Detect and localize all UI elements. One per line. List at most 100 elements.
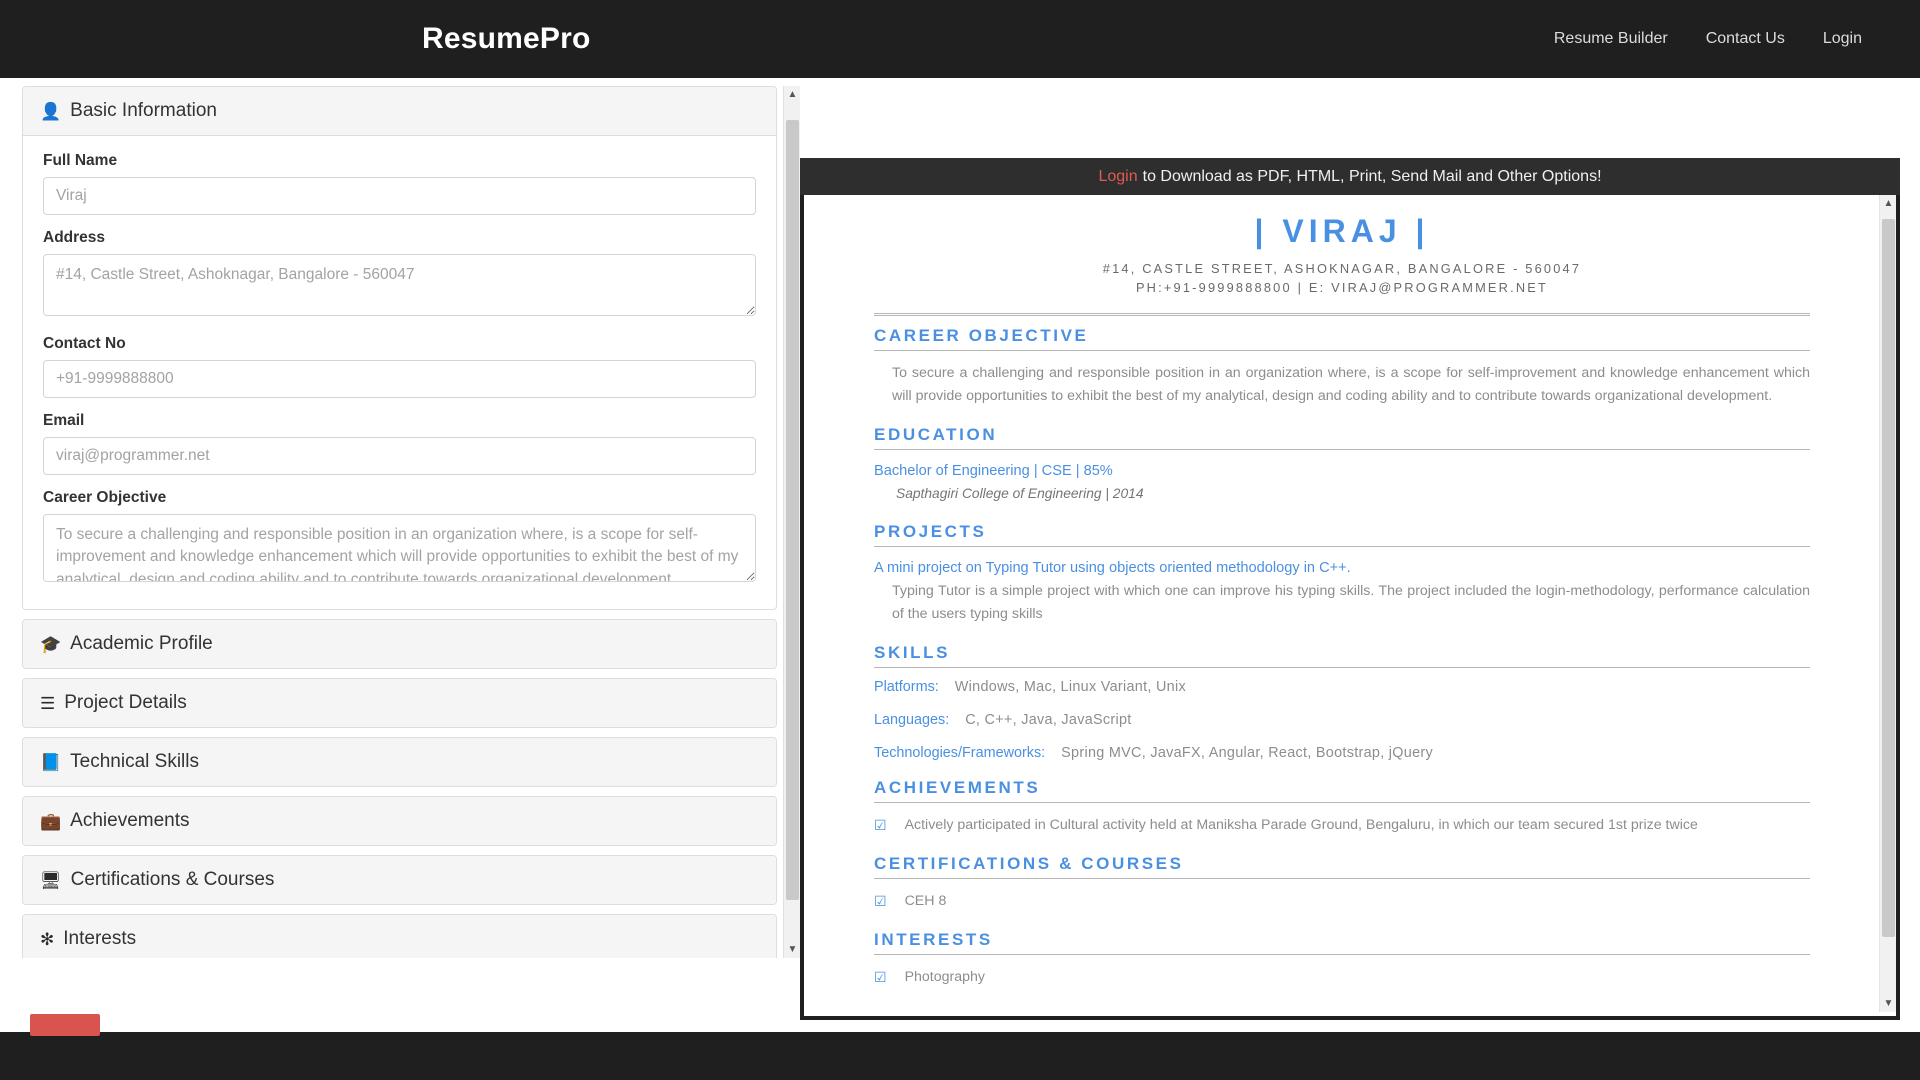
field-career-objective: Career Objective [43, 489, 756, 587]
label-email: Email [43, 412, 85, 429]
nav-link-contact-us[interactable]: Contact Us [1706, 30, 1785, 48]
field-contact-no: Contact No [43, 335, 756, 398]
label-full-name: Full Name [43, 152, 118, 169]
resume-address-line: #14, CASTLE STREET, ASHOKNAGAR, BANGALOR… [1102, 261, 1582, 276]
field-email: Email [43, 412, 756, 475]
preview-scroll-down-arrow-icon[interactable]: ▼ [1880, 995, 1896, 1012]
preview-scrollbar[interactable]: ▲ ▼ [1879, 195, 1896, 1012]
email-input[interactable] [43, 437, 756, 475]
field-address: Address [43, 229, 756, 321]
form-scrollbar-thumb[interactable] [786, 120, 799, 900]
login-link[interactable]: Login [1098, 168, 1137, 186]
preview-scroll-up-arrow-icon[interactable]: ▲ [1880, 195, 1896, 212]
panel-header-achievements[interactable]: 💼 Achievements [23, 797, 776, 845]
panel-title-certifications-courses: Certifications & Courses [70, 869, 275, 890]
label-career-objective: Career Objective [43, 489, 167, 506]
resume-certification-item: ☑ CEH 8 [874, 890, 1810, 913]
book-icon: 📘 [40, 752, 62, 772]
resume-form-panel: 👤 Basic Information Full Name Address Co… [22, 86, 800, 958]
nav-link-login[interactable]: Login [1823, 30, 1862, 48]
resume-education-degree: Bachelor of Engineering | CSE | 85% [874, 463, 1113, 480]
panel-title-basic-information: Basic Information [70, 100, 217, 121]
bottom-strip [0, 1032, 1920, 1080]
panel-title-interests: Interests [63, 928, 137, 949]
skill-value-languages: C, C++, Java, JavaScript [965, 712, 1132, 729]
full-name-input[interactable] [43, 177, 756, 215]
resume-preview-panel: Login to Download as PDF, HTML, Print, S… [800, 158, 1900, 1020]
resume-certification-text: CEH 8 [904, 892, 947, 909]
panel-header-technical-skills[interactable]: 📘 Technical Skills [23, 738, 776, 786]
nav-link-resume-builder[interactable]: Resume Builder [1554, 30, 1668, 48]
page-body: 👤 Basic Information Full Name Address Co… [0, 78, 1920, 1080]
resume-skill-row-languages: Languages: C, C++, Java, JavaScript [874, 712, 1810, 728]
resume-section-title-projects: PROJECTS [874, 522, 1810, 548]
resume-section-title-certifications: CERTIFICATIONS & COURSES [874, 854, 1810, 879]
resume-skill-row-platforms: Platforms: Windows, Mac, Linux Variant, … [874, 679, 1810, 695]
resume-contact-line: PH:+91-9999888800 | E: VIRAJ@PROGRAMMER.… [1135, 280, 1549, 296]
checkbox-checked-icon: ☑ [874, 892, 887, 909]
panel-title-academic-profile: Academic Profile [70, 633, 213, 654]
panel-project-details: ☰ Project Details [22, 678, 777, 728]
skill-label-technologies: Technologies/Frameworks: [874, 745, 1046, 762]
resume-section-title-career-objective: CAREER OBJECTIVE [874, 326, 1810, 352]
resume-achievement-text: Actively participated in Cultural activi… [904, 817, 1698, 834]
user-icon: 👤 [40, 101, 62, 121]
contact-no-input[interactable] [43, 360, 756, 398]
skill-value-platforms: Windows, Mac, Linux Variant, Unix [954, 679, 1186, 696]
field-full-name: Full Name [43, 152, 756, 215]
panel-header-project-details[interactable]: ☰ Project Details [23, 679, 776, 727]
panel-technical-skills: 📘 Technical Skills [22, 737, 777, 787]
resume-section-title-education: EDUCATION [874, 425, 1810, 451]
desktop-icon: 🖥 [40, 870, 62, 890]
label-contact-no: Contact No [43, 335, 126, 352]
panel-header-academic-profile[interactable]: 🎓 Academic Profile [23, 620, 776, 668]
resume-education-institute: Sapthagiri College of Engineering | 2014 [896, 486, 1144, 502]
address-textarea[interactable] [43, 254, 756, 316]
resume-interest-item: ☑ Photography [874, 966, 1810, 989]
scroll-down-arrow-icon[interactable]: ▼ [784, 941, 800, 958]
form-scrollbar[interactable]: ▲ ▼ [783, 86, 800, 958]
panel-title-achievements: Achievements [70, 810, 190, 831]
resume-interest-text: Photography [904, 968, 986, 985]
resume-preview-scroll: | VIRAJ | #14, CASTLE STREET, ASHOKNAGAR… [804, 195, 1880, 1016]
resume-career-objective-text: To secure a challenging and responsible … [892, 365, 1810, 405]
panel-certifications-courses: 🖥 Certifications & Courses [22, 855, 777, 905]
preview-scrollbar-thumb[interactable] [1882, 219, 1895, 937]
skill-value-technologies: Spring MVC, JavaFX, Angular, React, Boot… [1061, 745, 1433, 762]
resume-divider [874, 313, 1810, 317]
panel-achievements: 💼 Achievements [22, 796, 777, 846]
login-prompt-bar: Login to Download as PDF, HTML, Print, S… [800, 158, 1900, 195]
save-button[interactable] [30, 1014, 100, 1036]
panel-basic-information: 👤 Basic Information Full Name Address Co… [22, 86, 777, 610]
briefcase-icon: 💼 [40, 811, 62, 831]
scroll-up-arrow-icon[interactable]: ▲ [784, 86, 800, 103]
skill-label-platforms: Platforms: [874, 679, 939, 696]
server-icon: ☰ [40, 693, 56, 713]
top-navbar: ResumePro Resume Builder Contact Us Logi… [0, 0, 1920, 78]
resume-section-title-skills: SKILLS [874, 643, 1810, 669]
panel-academic-profile: 🎓 Academic Profile [22, 619, 777, 669]
resume-document: | VIRAJ | #14, CASTLE STREET, ASHOKNAGAR… [842, 209, 1842, 1016]
label-address: Address [43, 229, 106, 246]
panel-header-interests[interactable]: ✻ Interests [23, 915, 776, 958]
panel-interests: ✻ Interests [22, 914, 777, 958]
resume-section-title-interests: INTERESTS [874, 930, 1810, 955]
brand-logo[interactable]: ResumePro [422, 22, 591, 56]
panel-title-technical-skills: Technical Skills [70, 751, 199, 772]
resume-section-title-achievements: ACHIEVEMENTS [874, 778, 1810, 804]
resume-name: | VIRAJ | [1254, 213, 1430, 249]
resume-skill-row-technologies: Technologies/Frameworks: Spring MVC, Jav… [874, 745, 1810, 761]
checkbox-checked-icon: ☑ [874, 817, 887, 834]
panel-body-basic-information: Full Name Address Contact No Email [23, 136, 776, 609]
skill-label-languages: Languages: [874, 712, 950, 729]
checkbox-checked-icon: ☑ [874, 968, 887, 985]
panel-header-basic-information[interactable]: 👤 Basic Information [23, 87, 776, 136]
panel-header-certifications-courses[interactable]: 🖥 Certifications & Courses [23, 856, 776, 904]
graduation-cap-icon: 🎓 [40, 634, 62, 654]
form-scroll-area: 👤 Basic Information Full Name Address Co… [22, 86, 777, 958]
login-prompt-text: to Download as PDF, HTML, Print, Send Ma… [1142, 167, 1602, 185]
resume-achievement-item: ☑ Actively participated in Cultural acti… [874, 814, 1810, 837]
resume-project-description: Typing Tutor is a simple project with wh… [892, 583, 1810, 623]
career-objective-textarea[interactable] [43, 514, 756, 582]
resume-preview-frame: | VIRAJ | #14, CASTLE STREET, ASHOKNAGAR… [800, 195, 1900, 1020]
